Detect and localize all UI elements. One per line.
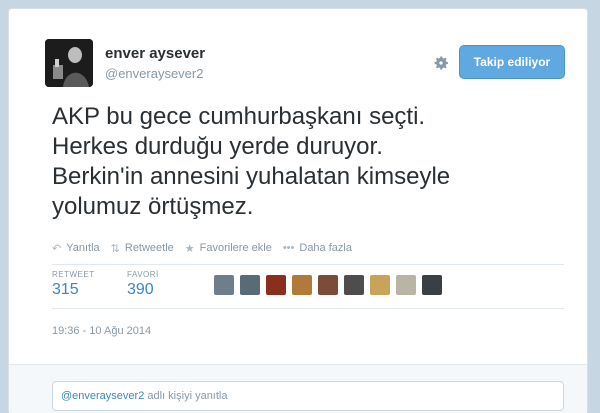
favoriter-avatar[interactable]: [344, 275, 364, 295]
more-action[interactable]: ••• Daha fazla: [283, 242, 352, 254]
star-icon: ★: [184, 242, 195, 255]
favoriters-avatars: [214, 275, 448, 295]
tweet-card: enver aysever @enveraysever2 Takip edili…: [8, 8, 588, 413]
retweet-count[interactable]: 315: [52, 281, 79, 299]
reply-action-label: Yanıtla: [66, 242, 100, 254]
favorites-stat-label: FAVORİ: [127, 270, 159, 279]
retweet-icon: ⇅: [110, 242, 120, 255]
tweet-actions: ↶ Yanıtla ⇅ Retweetle ★ Favorilere ekle …: [52, 240, 363, 256]
reply-area: @enveraysever2 adlı kişiyi yanıtla: [9, 364, 587, 413]
avatar[interactable]: [45, 39, 93, 87]
retweet-action[interactable]: ⇅ Retweetle: [111, 242, 174, 255]
tweet-text: AKP bu gece cumhurbaşkanı seçti. Herkes …: [52, 102, 552, 222]
favoriter-avatar[interactable]: [240, 275, 260, 295]
reply-placeholder: adlı kişiyi yanıtla: [147, 390, 228, 402]
user-handle[interactable]: @enveraysever2: [105, 66, 203, 81]
retweet-stat-label: RETWEET: [52, 270, 95, 279]
favoriter-avatar[interactable]: [370, 275, 390, 295]
favoriter-avatar[interactable]: [422, 275, 442, 295]
favoriter-avatar[interactable]: [396, 275, 416, 295]
user-name[interactable]: enver aysever: [105, 45, 205, 62]
timestamp[interactable]: 19:36 - 10 Ağu 2014: [52, 325, 151, 337]
favoriter-avatar[interactable]: [292, 275, 312, 295]
retweet-action-label: Retweetle: [124, 242, 174, 254]
divider: [52, 308, 564, 309]
tweet-line: Berkin'in annesini yuhalatan kimseyle: [52, 163, 451, 190]
divider: [52, 264, 564, 265]
tweet-line: Herkes durduğu yerde duruyor.: [52, 133, 383, 160]
more-icon: •••: [282, 242, 295, 254]
following-button[interactable]: Takip ediliyor: [459, 45, 565, 79]
favoriter-avatar[interactable]: [214, 275, 234, 295]
gear-icon[interactable]: [432, 54, 450, 72]
profile-photo-icon: [45, 39, 93, 87]
more-action-label: Daha fazla: [299, 242, 352, 254]
favorites-count[interactable]: 390: [127, 281, 154, 299]
tweet-line: AKP bu gece cumhurbaşkanı seçti.: [52, 103, 426, 130]
tweet-line: yolumuz örtüşmez.: [52, 193, 254, 220]
reply-action[interactable]: ↶ Yanıtla: [52, 242, 100, 255]
favoriter-avatar[interactable]: [266, 275, 286, 295]
favorite-action-label: Favorilere ekle: [199, 242, 272, 254]
favoriter-avatar[interactable]: [318, 275, 338, 295]
favorite-action[interactable]: ★ Favorilere ekle: [185, 242, 272, 255]
reply-input[interactable]: @enveraysever2 adlı kişiyi yanıtla: [52, 381, 564, 411]
reply-icon: ↶: [52, 242, 62, 255]
reply-mention: @enveraysever2: [61, 390, 145, 402]
